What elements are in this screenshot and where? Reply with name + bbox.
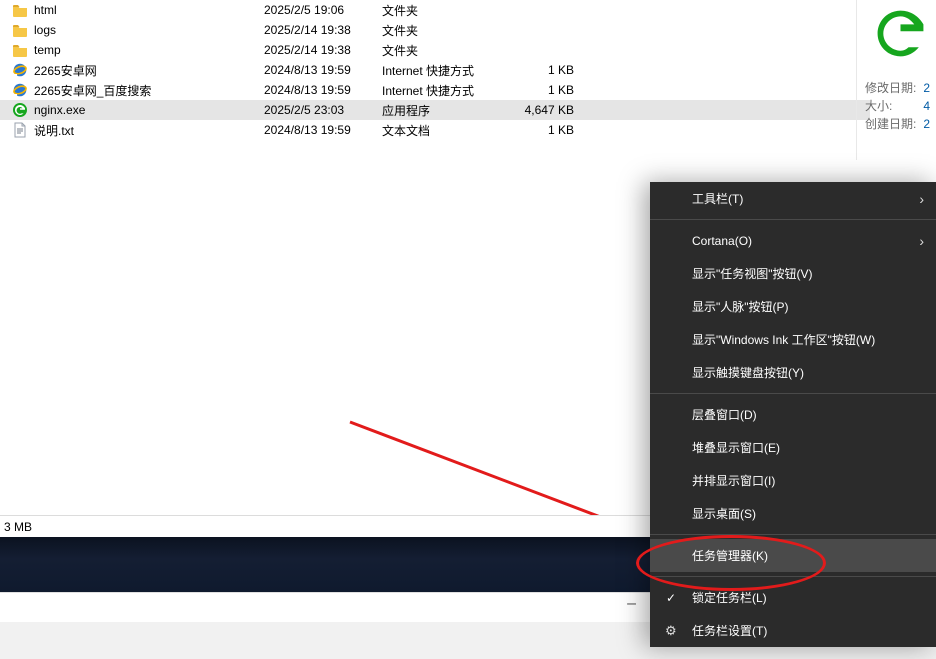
file-date: 2024/8/13 19:59 (264, 83, 382, 97)
context-menu-item[interactable]: ⚙ 任务栏设置(T) (650, 614, 936, 647)
file-date: 2024/8/13 19:59 (264, 123, 382, 137)
context-menu-item-label: 任务栏设置(T) (692, 622, 767, 639)
context-menu-item[interactable]: 显示"Windows Ink 工作区"按钮(W) (650, 323, 936, 356)
file-list: html2025/2/5 19:06文件夹logs2025/2/14 19:38… (0, 0, 870, 160)
detail-value: 2 (923, 79, 930, 97)
detail-value: 4 (923, 97, 930, 115)
folder-icon (12, 22, 28, 38)
file-type: 文本文档 (382, 122, 502, 139)
context-menu-item-label: 工具栏(T) (692, 190, 743, 207)
folder-icon (12, 2, 28, 18)
context-menu-item-label: 显示触摸键盘按钮(Y) (692, 364, 804, 381)
file-date: 2025/2/14 19:38 (264, 23, 382, 37)
context-menu-item[interactable]: 任务管理器(K) (650, 539, 936, 572)
app-logo-icon (873, 6, 928, 61)
file-row[interactable]: 2265安卓网_百度搜索2024/8/13 19:59Internet 快捷方式… (0, 80, 870, 100)
context-menu-item-label: Cortana(O) (692, 234, 752, 248)
details-pane: 修改日期: 2 大小: 4 创建日期: 2 (856, 0, 936, 160)
context-menu-item-label: 显示桌面(S) (692, 505, 756, 522)
gear-icon: ⚙ (665, 623, 677, 639)
context-menu-item[interactable]: 显示触摸键盘按钮(Y) (650, 356, 936, 389)
context-menu-separator (650, 576, 936, 577)
file-date: 2025/2/14 19:38 (264, 43, 382, 57)
file-type: Internet 快捷方式 (382, 82, 502, 99)
context-menu-item-label: 并排显示窗口(I) (692, 472, 775, 489)
file-size: 1 KB (502, 83, 574, 97)
context-menu-item-label: 锁定任务栏(L) (692, 589, 767, 606)
details-meta: 修改日期: 2 大小: 4 创建日期: 2 (865, 79, 936, 133)
file-name: 说明.txt (34, 122, 264, 139)
context-menu-item[interactable]: 显示"任务视图"按钮(V) (650, 257, 936, 290)
file-name: nginx.exe (34, 103, 264, 117)
file-type: Internet 快捷方式 (382, 62, 502, 79)
file-row[interactable]: html2025/2/5 19:06文件夹 (0, 0, 870, 20)
file-size: 1 KB (502, 123, 574, 137)
context-menu-item-label: 任务管理器(K) (692, 547, 768, 564)
file-row[interactable]: logs2025/2/14 19:38文件夹 (0, 20, 870, 40)
file-size: 1 KB (502, 63, 574, 77)
file-type: 文件夹 (382, 42, 502, 59)
detail-label: 修改日期: (865, 79, 916, 97)
ie-icon (12, 62, 28, 78)
exe-icon (12, 102, 28, 118)
context-menu-item[interactable]: 工具栏(T) (650, 182, 936, 215)
detail-label: 大小: (865, 97, 892, 115)
file-date: 2025/2/5 19:06 (264, 3, 382, 17)
file-row[interactable]: 说明.txt2024/8/13 19:59文本文档1 KB (0, 120, 870, 140)
detail-row: 修改日期: 2 (865, 79, 936, 97)
context-menu-separator (650, 393, 936, 394)
context-menu-item[interactable]: 显示桌面(S) (650, 497, 936, 530)
context-menu-item-label: 层叠窗口(D) (692, 406, 757, 423)
detail-label: 创建日期: (865, 115, 916, 133)
file-row[interactable]: nginx.exe2025/2/5 23:03应用程序4,647 KB (0, 100, 870, 120)
context-menu-item[interactable]: Cortana(O) (650, 224, 936, 257)
minimize-icon[interactable]: – (627, 595, 636, 613)
context-menu-item-label: 显示"Windows Ink 工作区"按钮(W) (692, 331, 875, 348)
detail-value: 2 (923, 115, 930, 133)
context-menu-item-label: 堆叠显示窗口(E) (692, 439, 780, 456)
status-text: 3 MB (4, 520, 32, 534)
txt-icon (12, 122, 28, 138)
context-menu-item[interactable]: 堆叠显示窗口(E) (650, 431, 936, 464)
file-type: 文件夹 (382, 2, 502, 19)
context-menu-item-label: 显示"任务视图"按钮(V) (692, 265, 813, 282)
context-menu-separator (650, 534, 936, 535)
context-menu-item[interactable]: 锁定任务栏(L) (650, 581, 936, 614)
file-name: 2265安卓网 (34, 62, 264, 79)
file-row[interactable]: 2265安卓网2024/8/13 19:59Internet 快捷方式1 KB (0, 60, 870, 80)
file-name: temp (34, 43, 264, 57)
file-type: 文件夹 (382, 22, 502, 39)
file-type: 应用程序 (382, 102, 502, 119)
context-menu-item[interactable]: 层叠窗口(D) (650, 398, 936, 431)
file-date: 2024/8/13 19:59 (264, 63, 382, 77)
context-menu-separator (650, 219, 936, 220)
detail-row: 大小: 4 (865, 97, 936, 115)
file-name: logs (34, 23, 264, 37)
file-row[interactable]: temp2025/2/14 19:38文件夹 (0, 40, 870, 60)
file-name: html (34, 3, 264, 17)
detail-row: 创建日期: 2 (865, 115, 936, 133)
context-menu-item-label: 显示"人脉"按钮(P) (692, 298, 789, 315)
context-menu-item[interactable]: 并排显示窗口(I) (650, 464, 936, 497)
ie-icon (12, 82, 28, 98)
file-name: 2265安卓网_百度搜索 (34, 82, 264, 99)
context-menu-item[interactable]: 显示"人脉"按钮(P) (650, 290, 936, 323)
taskbar-context-menu: 工具栏(T) Cortana(O) 显示"任务视图"按钮(V) 显示"人脉"按钮(P)… (650, 182, 936, 647)
folder-icon (12, 42, 28, 58)
file-size: 4,647 KB (502, 103, 574, 117)
file-date: 2025/2/5 23:03 (264, 103, 382, 117)
